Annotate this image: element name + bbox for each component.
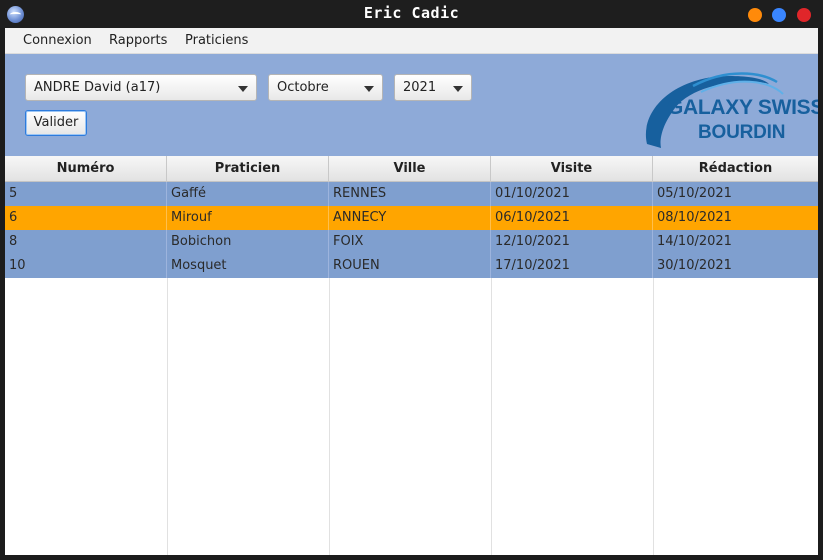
client-area: Connexion Rapports Praticiens ANDRE Davi… [5, 28, 818, 555]
menu-bar: Connexion Rapports Praticiens [5, 28, 818, 54]
cell-praticien: Bobichon [167, 230, 329, 254]
filter-panel: ANDRE David (a17) Octobre 2021 Valider G… [5, 54, 818, 156]
cell-redaction: 14/10/2021 [657, 234, 732, 249]
maximize-button[interactable] [772, 8, 786, 22]
company-logo: GALAXY SWISS BOURDIN [637, 58, 818, 150]
table-row[interactable]: 5 Gaffé RENNES 01/10/2021 05/10/2021 [5, 182, 818, 206]
close-button[interactable] [797, 8, 811, 22]
visiteur-value: ANDRE David (a17) [34, 80, 161, 95]
cell-numero: 6 [5, 206, 167, 230]
cell-numero: 10 [5, 254, 167, 278]
chevron-down-icon [453, 86, 463, 92]
table-row[interactable]: 10 Mosquet ROUEN 17/10/2021 30/10/2021 [5, 254, 818, 278]
app-window: Eric Cadic Connexion Rapports Praticiens… [0, 0, 823, 560]
title-bar: Eric Cadic [0, 0, 823, 28]
cell-visite: 06/10/2021 [491, 206, 653, 230]
cell-praticien: Mirouf [167, 206, 329, 230]
mois-value: Octobre [277, 80, 329, 95]
window-title: Eric Cadic [363, 4, 460, 22]
cell-redaction: 30/10/2021 [657, 258, 732, 273]
chevron-down-icon [364, 86, 374, 92]
cell-visite: 12/10/2021 [491, 230, 653, 254]
cell-numero: 8 [5, 230, 167, 254]
logo-line1: GALAXY SWISS [667, 96, 818, 119]
column-header-praticien[interactable]: Praticien [167, 156, 329, 182]
table-row-selected[interactable]: 6 Mirouf ANNECY 06/10/2021 08/10/2021 [5, 206, 818, 230]
cell-visite: 17/10/2021 [491, 254, 653, 278]
table-header: Numéro Praticien Ville Visite Rédaction [5, 156, 818, 182]
menu-praticiens[interactable]: Praticiens [185, 33, 248, 48]
cell-redaction: 05/10/2021 [657, 186, 732, 201]
mois-select[interactable]: Octobre [268, 74, 383, 101]
cell-ville: ANNECY [329, 206, 491, 230]
chevron-down-icon [238, 86, 248, 92]
column-header-numero[interactable]: Numéro [5, 156, 167, 182]
cell-numero: 5 [5, 182, 167, 206]
menu-connexion[interactable]: Connexion [23, 33, 92, 48]
table-row[interactable]: 8 Bobichon FOIX 12/10/2021 14/10/2021 [5, 230, 818, 254]
column-header-redaction[interactable]: Rédaction [653, 156, 818, 182]
rapports-table: Numéro Praticien Ville Visite Rédaction … [5, 156, 818, 555]
minimize-button[interactable] [748, 8, 762, 22]
valider-button[interactable]: Valider [25, 110, 87, 136]
cell-ville: ROUEN [329, 254, 491, 278]
menu-rapports[interactable]: Rapports [109, 33, 167, 48]
cell-visite: 01/10/2021 [491, 182, 653, 206]
column-header-visite[interactable]: Visite [491, 156, 653, 182]
cell-ville: FOIX [329, 230, 491, 254]
annee-select[interactable]: 2021 [394, 74, 472, 101]
logo-line2: BOURDIN [698, 122, 786, 143]
annee-value: 2021 [403, 80, 437, 95]
visiteur-select[interactable]: ANDRE David (a17) [25, 74, 257, 101]
column-header-ville[interactable]: Ville [329, 156, 491, 182]
cell-redaction: 08/10/2021 [657, 210, 732, 225]
cell-praticien: Mosquet [167, 254, 329, 278]
cell-praticien: Gaffé [167, 182, 329, 206]
cell-ville: RENNES [329, 182, 491, 206]
